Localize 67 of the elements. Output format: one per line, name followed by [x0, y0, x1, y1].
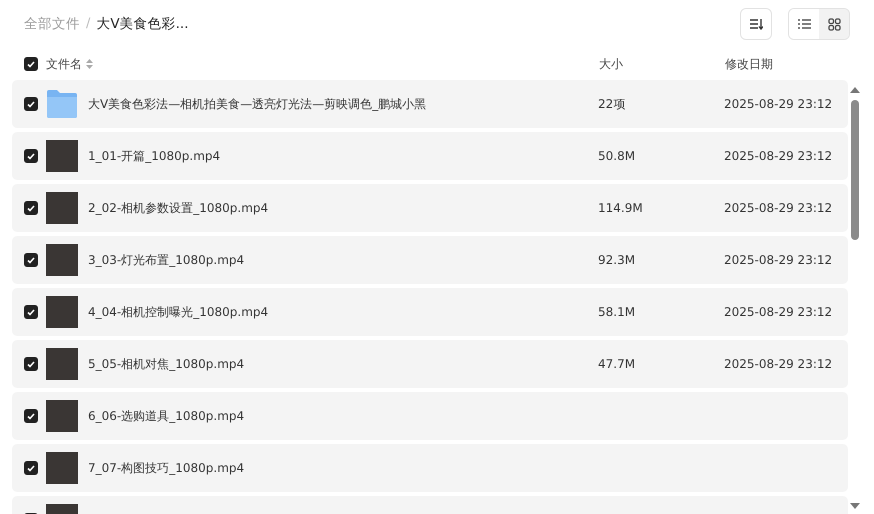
- file-name: 4_04-相机控制曝光_1080p.mp4: [88, 304, 270, 321]
- video-thumbnail: [46, 452, 78, 484]
- file-name: 6_06-选购道具_1080p.mp4: [88, 408, 246, 425]
- checkbox[interactable]: [24, 461, 38, 475]
- checkbox[interactable]: [24, 253, 38, 267]
- list-icon: [798, 19, 810, 29]
- column-header: 文件名: [46, 56, 82, 73]
- checkbox[interactable]: [24, 149, 38, 163]
- column-header: 大小: [599, 56, 624, 73]
- file-size: 92.3M: [598, 252, 636, 269]
- file-date: 2025-08-29 23:12: [724, 200, 832, 217]
- file-name: 7_07-构图技巧_1080p.mp4: [88, 460, 246, 477]
- file-row[interactable]: 7_07-构图技巧_1080p.mp4: [12, 444, 848, 492]
- scroll-down-icon[interactable]: [850, 503, 860, 510]
- file-size: 114.9M: [598, 200, 644, 217]
- file-date: 2025-08-29 23:12: [724, 252, 832, 269]
- file-name: 5_05-相机对焦_1080p.mp4: [88, 356, 246, 373]
- folder-icon: [46, 90, 78, 118]
- checkbox[interactable]: [24, 357, 38, 371]
- file-size: 47.7M: [598, 356, 636, 373]
- checkmark-icon: [27, 152, 35, 160]
- file-row[interactable]: 6_06-选购道具_1080p.mp4: [12, 392, 848, 440]
- checkmark-icon: [27, 464, 35, 472]
- file-row[interactable]: 大V美食色彩法—相机拍美食—透亮灯光法—剪映调色_鹏城小黑 22项 2025-08-29 23:12: [12, 80, 848, 128]
- checkmark-icon: [27, 256, 35, 264]
- video-thumbnail: [46, 192, 78, 224]
- video-thumbnail: [46, 296, 78, 328]
- file-size: 58.1M: [598, 304, 636, 321]
- checkmark-icon: [27, 308, 35, 316]
- video-thumbnail: [46, 400, 78, 432]
- file-row[interactable]: 4_04-相机控制曝光_1080p.mp4 58.1M 2025-08-29 23:12: [12, 288, 848, 336]
- file-size: 22项: [598, 96, 626, 113]
- file-date: 2025-08-29 23:12: [724, 304, 832, 321]
- file-date: 2025-08-29 23:12: [724, 148, 832, 165]
- checkbox[interactable]: [24, 201, 38, 215]
- checkbox[interactable]: [24, 97, 38, 111]
- file-name: 2_02-相机参数设置_1080p.mp4: [88, 200, 270, 217]
- checkbox[interactable]: [24, 409, 38, 423]
- sort-button[interactable]: [740, 8, 772, 40]
- file-size: 50.8M: [598, 148, 636, 165]
- video-thumbnail: [46, 140, 78, 172]
- checkbox[interactable]: [24, 305, 38, 319]
- file-row[interactable]: 2_02-相机参数设置_1080p.mp4 114.9M 2025-08-29 23:12: [12, 184, 848, 232]
- checkmark-icon: [27, 412, 35, 420]
- column-header: 修改日期: [725, 56, 773, 73]
- checkmark-icon: [27, 204, 35, 212]
- breadcrumb-current: 大V美食色彩...: [96, 14, 188, 34]
- file-date: 2025-08-29 23:12: [724, 96, 832, 113]
- file-name: 大V美食色彩法—相机拍美食—透亮灯光法—剪映调色_鹏城小黑: [88, 96, 428, 113]
- view-toggle-button[interactable]: [789, 9, 819, 39]
- scroll-up-icon[interactable]: [850, 86, 860, 93]
- file-row[interactable]: 1_01-开篇_1080p.mp4 50.8M 2025-08-29 23:12: [12, 132, 848, 180]
- video-thumbnail: [46, 348, 78, 380]
- file-date: 2025-08-29 23:12: [724, 356, 832, 373]
- file-name: 3_03-灯光布置_1080p.mp4: [88, 252, 246, 269]
- video-thumbnail: [46, 244, 78, 276]
- checkmark-icon: [27, 60, 35, 68]
- checkmark-icon: [27, 100, 35, 108]
- checkbox[interactable]: [24, 57, 38, 71]
- file-row[interactable]: 3_03-灯光布置_1080p.mp4 92.3M 2025-08-29 23:12: [12, 236, 848, 284]
- breadcrumb-separator: /: [86, 15, 90, 34]
- checkmark-icon: [27, 360, 35, 368]
- scrollbar-thumb[interactable]: [851, 100, 859, 240]
- file-name: 1_01-开篇_1080p.mp4: [88, 148, 222, 165]
- sort-order-icon: [749, 18, 763, 30]
- grid-icon: [828, 18, 840, 30]
- file-row[interactable]: 5_05-相机对焦_1080p.mp4 47.7M 2025-08-29 23:12: [12, 340, 848, 388]
